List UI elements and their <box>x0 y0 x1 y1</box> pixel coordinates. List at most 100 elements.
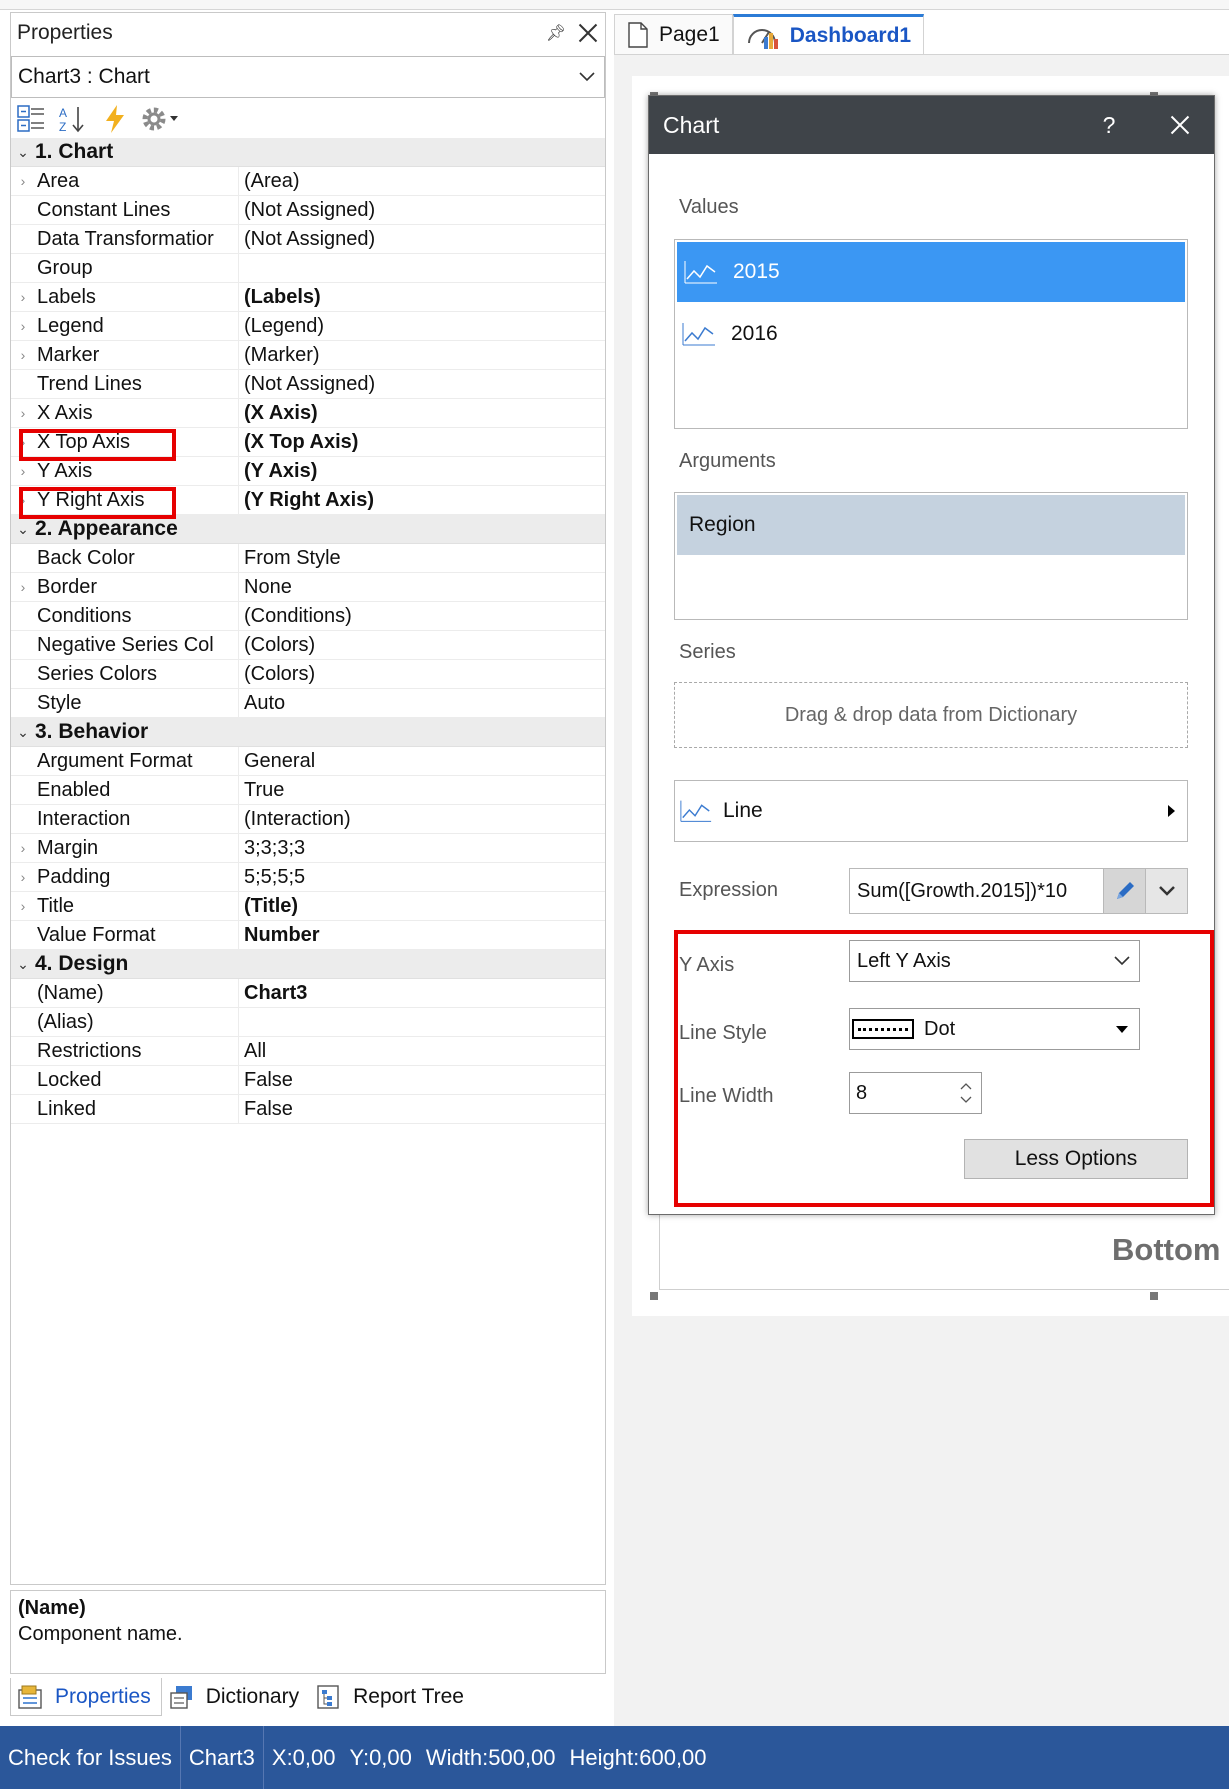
series-drop-zone[interactable]: Drag & drop data from Dictionary <box>674 682 1188 748</box>
categorized-view-icon[interactable] <box>13 101 49 137</box>
property-row[interactable]: Interaction (Interaction) <box>11 805 605 834</box>
check-for-issues-button[interactable]: Check for Issues <box>0 1726 181 1789</box>
help-button[interactable]: ? <box>1074 112 1144 139</box>
expand-chevron-icon[interactable]: › <box>11 173 35 189</box>
property-row[interactable]: Trend Lines (Not Assigned) <box>11 370 605 399</box>
property-value[interactable]: (Labels) <box>239 283 605 311</box>
property-row[interactable]: Argument Format General <box>11 747 605 776</box>
property-value[interactable]: (X Axis) <box>239 399 605 427</box>
property-value[interactable]: Auto <box>239 689 605 717</box>
category-header[interactable]: ⌄ 1. Chart <box>11 138 605 167</box>
expand-chevron-icon[interactable]: › <box>11 405 35 421</box>
property-value[interactable]: (Not Assigned) <box>239 370 605 398</box>
collapse-chevron-icon[interactable]: ⌄ <box>11 956 35 973</box>
tab-report-tree[interactable]: Report Tree <box>309 1678 474 1716</box>
property-value[interactable]: (Area) <box>239 167 605 195</box>
property-value[interactable]: From Style <box>239 544 605 572</box>
property-row[interactable]: Series Colors (Colors) <box>11 660 605 689</box>
property-value[interactable]: False <box>239 1095 605 1123</box>
component-selector[interactable]: Chart3 : Chart <box>11 56 605 98</box>
events-lightning-icon[interactable] <box>97 101 133 137</box>
tab-properties[interactable]: Properties <box>10 1678 162 1716</box>
settings-gear-icon[interactable] <box>139 101 183 137</box>
value-item-2016[interactable]: 2016 <box>675 304 1187 364</box>
property-row[interactable]: Restrictions All <box>11 1037 605 1066</box>
property-row[interactable]: › Title (Title) <box>11 892 605 921</box>
expand-chevron-icon[interactable]: › <box>11 869 35 885</box>
argument-item-region[interactable]: Region <box>677 495 1185 555</box>
expand-chevron-icon[interactable]: › <box>11 347 35 363</box>
property-row[interactable]: Enabled True <box>11 776 605 805</box>
expand-chevron-icon[interactable]: › <box>11 840 35 856</box>
value-item-2015[interactable]: 2015 <box>677 242 1185 302</box>
property-value[interactable]: (Marker) <box>239 341 605 369</box>
collapse-chevron-icon[interactable]: ⌄ <box>11 724 35 741</box>
expand-chevron-icon[interactable]: › <box>11 318 35 334</box>
property-value[interactable]: (X Top Axis) <box>239 428 605 456</box>
property-value[interactable]: False <box>239 1066 605 1094</box>
property-value[interactable]: (Title) <box>239 892 605 920</box>
property-value[interactable]: (Y Axis) <box>239 457 605 485</box>
property-row[interactable]: › Area (Area) <box>11 167 605 196</box>
property-value[interactable]: (Not Assigned) <box>239 225 605 253</box>
close-icon[interactable] <box>571 16 605 50</box>
expand-chevron-icon[interactable]: › <box>11 898 35 914</box>
property-row[interactable]: Data Transformatior (Not Assigned) <box>11 225 605 254</box>
property-row[interactable]: Back Color From Style <box>11 544 605 573</box>
property-value[interactable]: Chart3 <box>239 979 605 1007</box>
category-header[interactable]: ⌄ 4. Design <box>11 950 605 979</box>
tab-page1[interactable]: Page1 <box>614 14 733 54</box>
dialog-close-icon[interactable] <box>1144 96 1214 154</box>
property-value[interactable]: True <box>239 776 605 804</box>
property-value[interactable]: Number <box>239 921 605 949</box>
property-row[interactable]: Linked False <box>11 1095 605 1124</box>
property-value[interactable] <box>239 254 605 282</box>
property-row[interactable]: Value Format Number <box>11 921 605 950</box>
property-row[interactable]: Constant Lines (Not Assigned) <box>11 196 605 225</box>
property-row[interactable]: (Name) Chart3 <box>11 979 605 1008</box>
collapse-chevron-icon[interactable]: ⌄ <box>11 144 35 161</box>
property-value[interactable]: None <box>239 573 605 601</box>
property-row[interactable]: Style Auto <box>11 689 605 718</box>
property-row[interactable]: Group <box>11 254 605 283</box>
expand-chevron-icon[interactable]: › <box>11 463 35 479</box>
series-type-selector[interactable]: Line <box>674 780 1188 842</box>
expand-chevron-icon[interactable]: › <box>11 289 35 305</box>
property-value[interactable]: General <box>239 747 605 775</box>
resize-handle-bottom-left[interactable] <box>650 1292 658 1300</box>
property-row[interactable]: (Alias) <box>11 1008 605 1037</box>
sort-alphabetical-icon[interactable]: A Z <box>55 101 91 137</box>
tab-dashboard1[interactable]: Dashboard1 <box>732 14 925 54</box>
property-value[interactable]: (Conditions) <box>239 602 605 630</box>
property-value[interactable]: (Colors) <box>239 660 605 688</box>
resize-handle-bottom-right[interactable] <box>1150 1292 1158 1300</box>
property-row[interactable]: › Margin 3;3;3;3 <box>11 834 605 863</box>
property-row[interactable]: Negative Series Col (Colors) <box>11 631 605 660</box>
property-value[interactable]: All <box>239 1037 605 1065</box>
expand-chevron-icon[interactable]: › <box>11 579 35 595</box>
property-row[interactable]: › Marker (Marker) <box>11 341 605 370</box>
edit-pencil-icon[interactable] <box>1103 869 1145 913</box>
category-header[interactable]: ⌄ 2. Appearance <box>11 515 605 544</box>
expand-chevron-icon[interactable] <box>1145 869 1187 913</box>
property-value[interactable]: (Colors) <box>239 631 605 659</box>
tab-dictionary[interactable]: Dictionary <box>162 1678 309 1716</box>
expression-field[interactable]: Sum([Growth.2015])*10 <box>849 868 1188 914</box>
property-value[interactable]: (Legend) <box>239 312 605 340</box>
property-value[interactable] <box>239 1008 605 1036</box>
property-row[interactable]: Locked False <box>11 1066 605 1095</box>
property-value[interactable]: 5;5;5;5 <box>239 863 605 891</box>
property-value[interactable]: (Not Assigned) <box>239 196 605 224</box>
property-value[interactable]: (Y Right Axis) <box>239 486 605 514</box>
pin-icon[interactable]: 📌︎ <box>541 23 571 43</box>
property-row[interactable]: › Border None <box>11 573 605 602</box>
property-row[interactable]: › Padding 5;5;5;5 <box>11 863 605 892</box>
property-row[interactable]: › X Axis (X Axis) <box>11 399 605 428</box>
property-row[interactable]: Conditions (Conditions) <box>11 602 605 631</box>
property-value[interactable]: (Interaction) <box>239 805 605 833</box>
property-row[interactable]: › Legend (Legend) <box>11 312 605 341</box>
category-header[interactable]: ⌄ 3. Behavior <box>11 718 605 747</box>
property-value[interactable]: 3;3;3;3 <box>239 834 605 862</box>
collapse-chevron-icon[interactable]: ⌄ <box>11 521 35 538</box>
property-row[interactable]: › Labels (Labels) <box>11 283 605 312</box>
